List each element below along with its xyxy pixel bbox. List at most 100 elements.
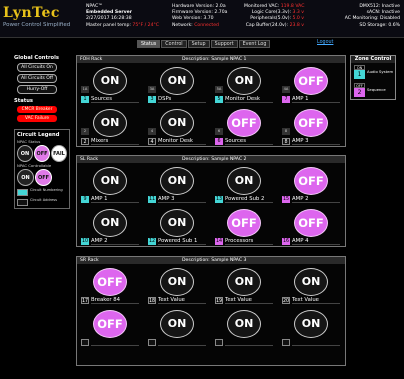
circuit-toggle-button[interactable]: OFF (227, 209, 261, 237)
tab-bar: Status Control Setup Support Event Log (137, 40, 271, 48)
circuit-number: 18 (148, 297, 156, 304)
circuit-toggle-button[interactable]: ON (93, 67, 127, 95)
circuit-toggle-button[interactable]: ON (160, 67, 194, 95)
tab-control[interactable]: Control (161, 40, 187, 48)
circuit-cell: OFF 14 Processors (213, 207, 276, 247)
circuit-cell: ON 4 4 Monitor Desk (146, 107, 209, 147)
circuit-toggle-button[interactable]: OFF (294, 109, 328, 137)
circuit-toggle-button[interactable]: ON (93, 109, 127, 137)
circuit-toggle-button[interactable]: ON (294, 268, 328, 296)
cap-row: Cap Buffer(24.0v): 23.8 v (244, 23, 304, 29)
network-row: Network: Connected (172, 23, 227, 29)
temp-row: Master panel temp: 75°F / 24°C (86, 23, 159, 29)
circuit-number: 8 (282, 138, 290, 145)
circuit-toggle-button[interactable]: OFF (227, 109, 261, 137)
circuit-name: Monitor Desk (158, 138, 206, 145)
circuit-name: AMP 3 (292, 138, 340, 145)
circuit-cell: ON 2 2 Mixers (79, 107, 142, 147)
circuit-toggle-button[interactable]: ON (294, 310, 328, 338)
system-info: DMX512: Inactive sACN: Inactive AC Monit… (334, 4, 400, 29)
circuit-cell: ON 9 AMP 1 (79, 165, 142, 205)
tab-event-log[interactable]: Event Log (238, 40, 271, 48)
rack-header: SL Rack Description: Sample NPAC 2 (77, 156, 345, 163)
all-circuits-off-button[interactable]: All Circuits Off (17, 74, 57, 83)
circuit-toggle-button[interactable]: ON (160, 310, 194, 338)
logo-tagline: Power Control Simplified (3, 22, 71, 28)
circuit-number: 11 (148, 196, 156, 203)
circuit-toggle-button[interactable]: OFF (93, 310, 127, 338)
tab-status[interactable]: Status (137, 40, 161, 48)
legend-numbering: Circuit Numbering (17, 188, 67, 196)
status-vac-failure: VAC Failure (17, 115, 57, 122)
circuit-name: AMP 4 (292, 238, 340, 245)
circuit-number: 14 (215, 238, 223, 245)
zone-1-box[interactable]: ON 1 (354, 65, 365, 79)
circuit-toggle-button[interactable]: OFF (93, 268, 127, 296)
zone-2-box[interactable]: OFF 2 (354, 83, 365, 97)
circuit-toggle-button[interactable]: OFF (294, 67, 328, 95)
legend-ctrl-off: OFF (35, 169, 52, 186)
circuit-name (158, 339, 206, 346)
circuit-toggle-button[interactable]: ON (93, 167, 127, 195)
circuit-toggle-button[interactable]: ON (227, 67, 261, 95)
logic-value: 3.3 v (292, 10, 304, 16)
circuit-toggle-button[interactable]: ON (160, 109, 194, 137)
legend-address-label: Circuit Address (30, 198, 58, 202)
circuit-toggle-button[interactable]: ON (160, 209, 194, 237)
circuit-toggle-button[interactable]: OFF (294, 209, 328, 237)
network-label: Network: (172, 22, 193, 28)
all-circuits-on-button[interactable]: All Circuits On (17, 63, 57, 72)
global-controls-title: Global Controls (14, 55, 59, 61)
circuit-address-badge: 2 (81, 128, 89, 135)
zone-1[interactable]: ON 1 Audio System (353, 65, 395, 81)
circuit-address-badge: 3A (148, 86, 156, 93)
power-info: Monitored VAC: 119.8 VAC Logic Core(3.3v… (244, 4, 304, 29)
circuit-cell: ON 19 Text Value (213, 266, 276, 306)
cap-value: 23.8 v (289, 22, 304, 28)
circuit-name: Monitor Desk (225, 96, 273, 103)
circuit-toggle-button[interactable]: ON (160, 268, 194, 296)
periph-label: Peripherals(5.0v): (250, 16, 292, 22)
zone-2-label: Sequence (367, 87, 386, 92)
circuit-name: Text Value (158, 297, 206, 304)
legend-npac-status: NPAC Status (17, 139, 41, 144)
circuit-number: 12 (148, 238, 156, 245)
rack-name: SR Rack (80, 258, 99, 263)
legend-status-row: ON OFF FAIL (17, 145, 67, 162)
rack-description-value: Sample NPAC 2 (211, 157, 247, 162)
circuit-cell: ON (280, 308, 343, 348)
circuit-toggle-button[interactable]: ON (227, 268, 261, 296)
circuit-toggle-button[interactable]: ON (160, 167, 194, 195)
zone-2-num: 2 (354, 88, 365, 97)
circuit-name: AMP 1 (292, 96, 340, 103)
logout-link[interactable]: Logout (317, 40, 333, 45)
zone-control-title: Zone Control (351, 56, 395, 63)
circuit-toggle-button[interactable]: ON (227, 310, 261, 338)
tab-setup[interactable]: Setup (187, 40, 210, 48)
temp-label: Master panel temp: (86, 22, 131, 28)
circuit-number: 20 (282, 297, 290, 304)
hurry-off-button[interactable]: Hurry-Off (17, 85, 57, 94)
rack-description: Description: Sample NPAC 2 (182, 156, 246, 163)
circuit-cell: ON (213, 308, 276, 348)
circuit-name: Powered Sub 2 (225, 196, 273, 203)
rack-name: SL Rack (80, 157, 99, 162)
circuit-toggle-button[interactable]: ON (227, 167, 261, 195)
circuit-number: 17 (81, 297, 89, 304)
circuit-cell: OFF 8 8 AMP 3 (280, 107, 343, 147)
circuit-cell: ON 5A 5 Monitor Desk (213, 65, 276, 105)
circuit-toggle-button[interactable]: ON (93, 209, 127, 237)
address-swatch (17, 199, 28, 206)
rack-header: FOH Rack Description: Sample NPAC 1 (77, 56, 345, 63)
legend-title: Circuit Legend (17, 132, 60, 138)
tab-support[interactable]: Support (210, 40, 238, 48)
legend-off: OFF (34, 145, 50, 162)
zone-1-num: 1 (354, 70, 365, 79)
circuit-cell: OFF (79, 308, 142, 348)
legend-numbering-label: Circuit Numbering (30, 188, 63, 192)
zone-2[interactable]: OFF 2 Sequence (353, 83, 395, 99)
circuit-toggle-button[interactable]: OFF (294, 167, 328, 195)
circuit-name: Mixers (91, 138, 139, 145)
rack-description-value: Sample NPAC 3 (211, 258, 247, 263)
circuit-name: AMP 3 (158, 196, 206, 203)
